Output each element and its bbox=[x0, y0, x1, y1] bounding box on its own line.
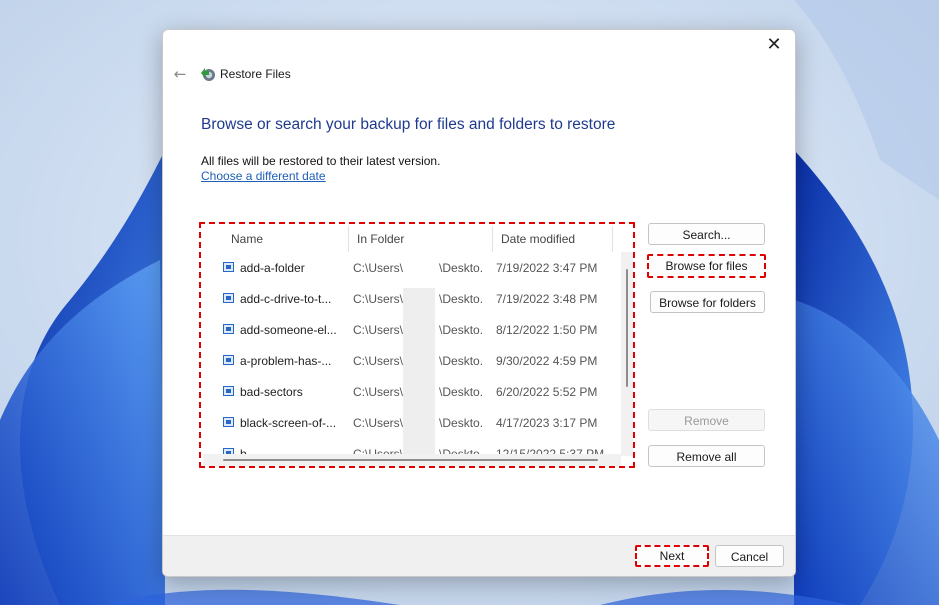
window-title: Restore Files bbox=[220, 67, 291, 81]
back-button[interactable]: ← bbox=[169, 64, 191, 84]
next-button[interactable]: Next bbox=[635, 545, 709, 567]
restore-info-text: All files will be restored to their late… bbox=[201, 154, 441, 168]
search-button[interactable]: Search... bbox=[648, 223, 765, 245]
back-arrow-icon: ← bbox=[173, 65, 187, 83]
browse-for-folders-button[interactable]: Browse for folders bbox=[650, 291, 765, 313]
remove-all-button[interactable]: Remove all bbox=[648, 445, 765, 467]
close-icon: ✕ bbox=[766, 34, 782, 55]
page-heading: Browse or search your backup for files a… bbox=[201, 116, 616, 133]
close-button[interactable]: ✕ bbox=[761, 34, 787, 56]
browse-for-files-button[interactable]: Browse for files bbox=[647, 254, 766, 278]
choose-date-link[interactable]: Choose a different date bbox=[201, 169, 326, 183]
list-highlight-frame bbox=[199, 222, 635, 468]
remove-button[interactable]: Remove bbox=[648, 409, 765, 431]
cancel-button[interactable]: Cancel bbox=[715, 545, 784, 567]
dialog-footer: Next Cancel bbox=[163, 535, 795, 576]
restore-files-dialog: ✕ ← Restore Files Browse or search your … bbox=[162, 29, 796, 577]
restore-files-icon bbox=[201, 68, 215, 81]
